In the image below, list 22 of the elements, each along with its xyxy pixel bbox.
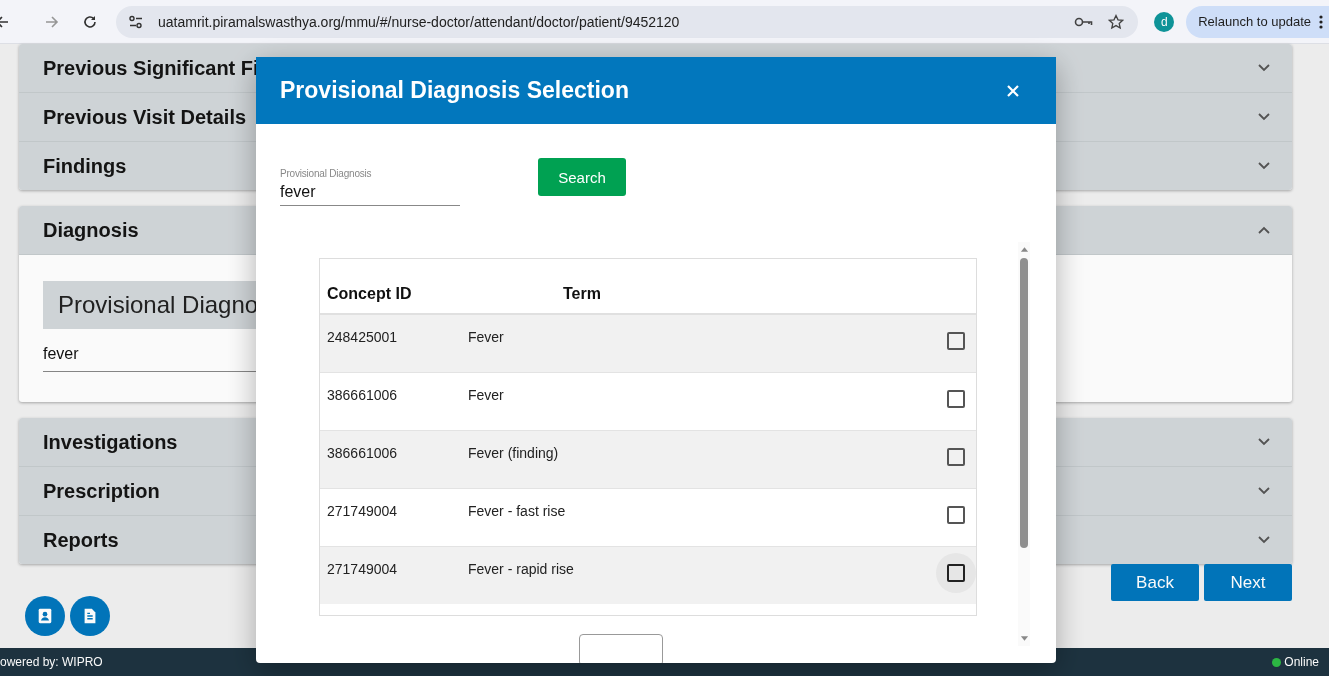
table-cell-text: 386661006	[326, 444, 399, 463]
url-text: uatamrit.piramalswasthya.org/mmu/#/nurse-doctor/attendant/doctor/patient/9452120	[158, 13, 681, 30]
section-title: Previous Visit Details	[43, 105, 247, 129]
connection-status: Online	[1284, 655, 1319, 669]
table-cell-text: 271749004	[326, 560, 399, 579]
table-cell-text: Fever (finding)	[467, 444, 560, 463]
table-cell-text: Fever - fast rise	[467, 502, 567, 521]
section-title: Diagnosis	[43, 218, 139, 242]
column-header: Term	[562, 285, 602, 304]
section-title: Prescription	[43, 479, 160, 503]
section-title: Findings	[43, 154, 127, 178]
section-title: Investigations	[43, 430, 178, 454]
section-title: Reports	[43, 528, 119, 552]
footer-credit: owered by: WIPRO	[0, 655, 103, 669]
table-cell-text: Fever	[467, 328, 505, 347]
table-cell-text: Fever	[467, 386, 505, 405]
table-cell-text: 271749004	[326, 502, 399, 521]
dialog-title: Provisional Diagnosis Selection	[280, 77, 629, 104]
table-cell-text: Fever - rapid rise	[467, 560, 575, 579]
column-header: Concept ID	[326, 285, 413, 304]
table-cell-text: 248425001	[326, 328, 399, 347]
table-cell-text: 386661006	[326, 386, 399, 405]
